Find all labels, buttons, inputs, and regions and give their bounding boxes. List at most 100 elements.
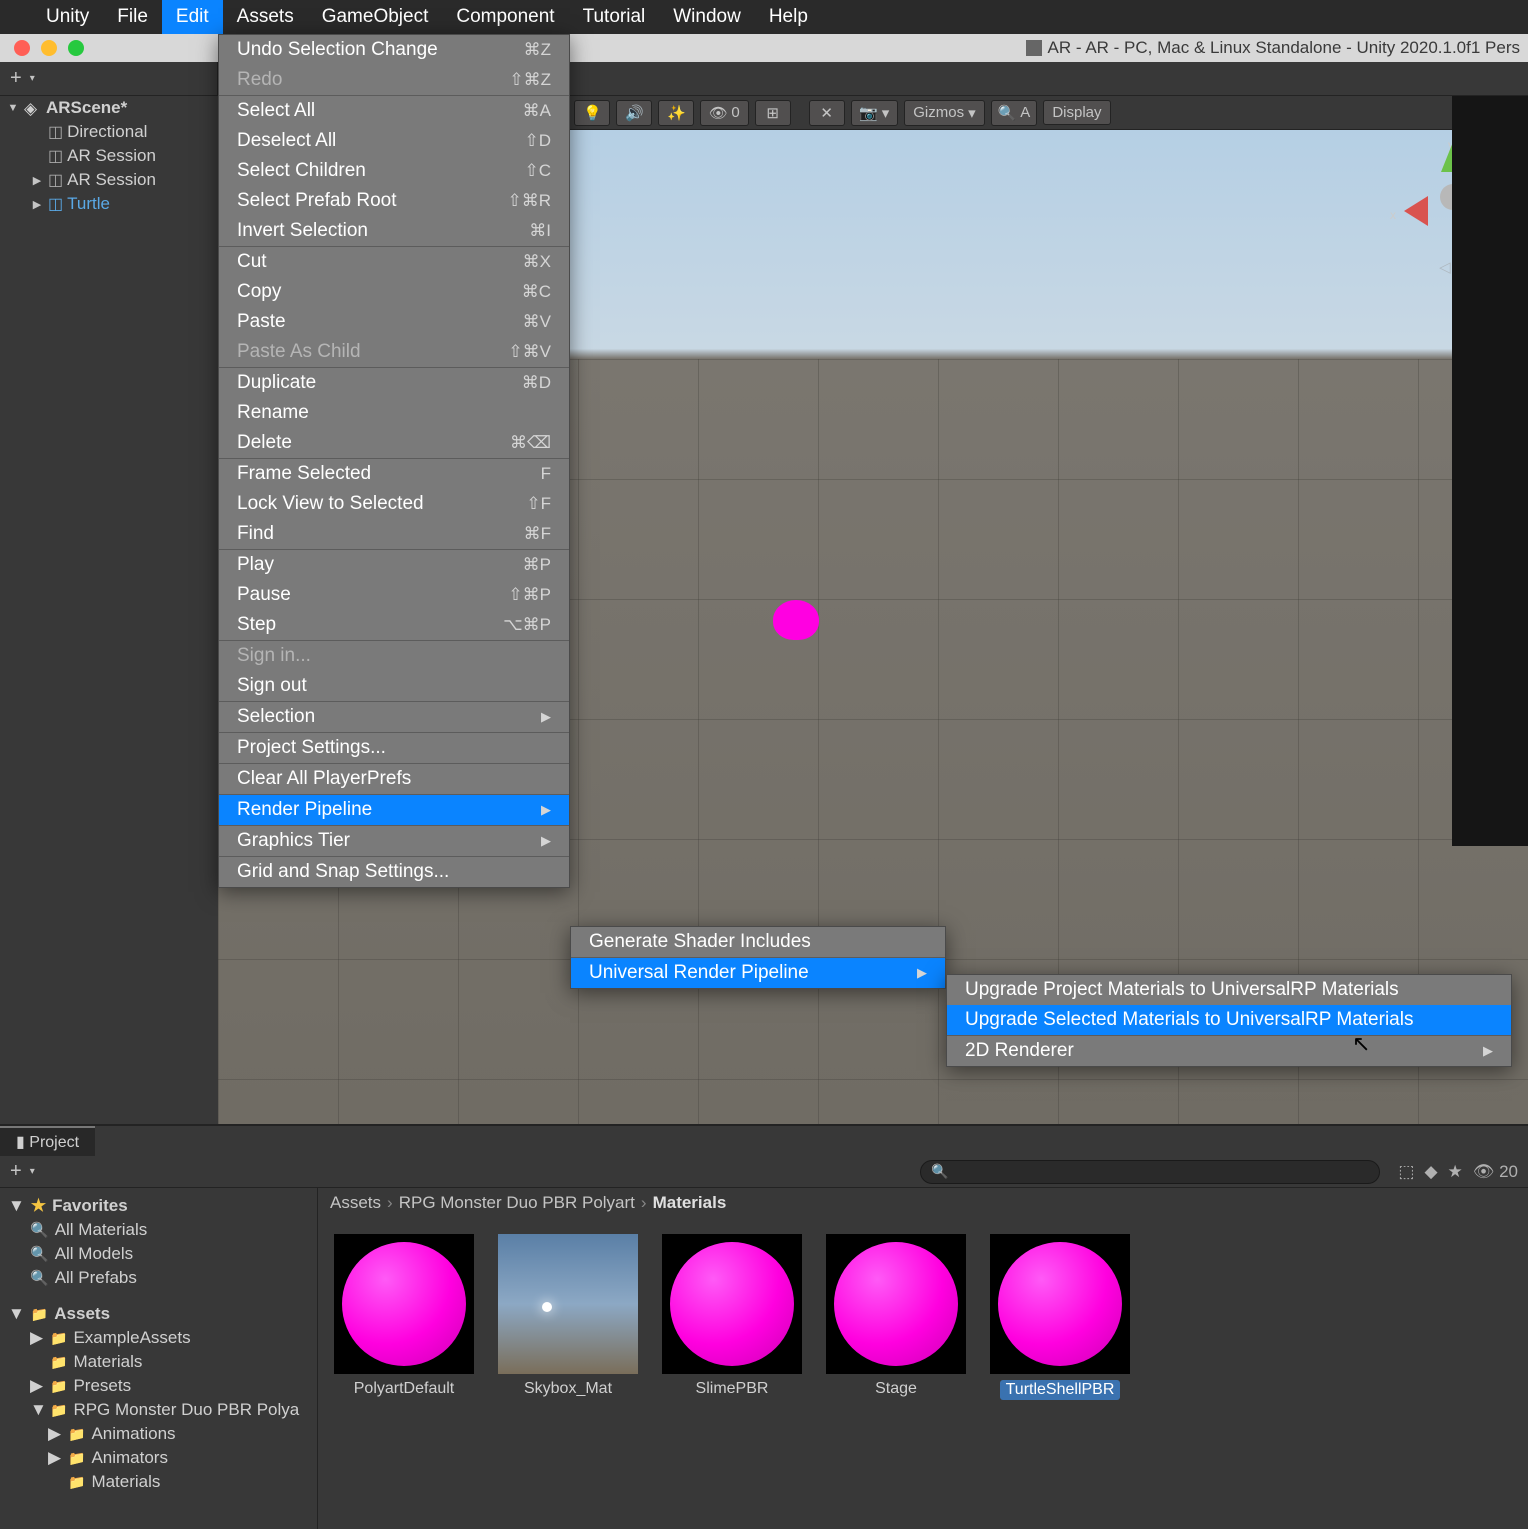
hierarchy-item-turtle[interactable]: ▶◫ Turtle — [0, 192, 218, 216]
tree-item[interactable]: ▶📁Presets — [0, 1374, 317, 1398]
dropdown-icon[interactable]: ▾ — [30, 1166, 35, 1177]
hierarchy-panel: ▼ ◈ ARScene* ◫ Directional ◫ AR Session … — [0, 96, 218, 1124]
menu-item[interactable]: 2D Renderer▶ — [947, 1036, 1511, 1066]
add-icon[interactable]: + — [10, 1160, 22, 1183]
display-dropdown[interactable]: Display — [1043, 100, 1110, 125]
menu-item[interactable]: Upgrade Project Materials to UniversalRP… — [947, 975, 1511, 1005]
menu-item[interactable]: Cut⌘X — [219, 247, 569, 277]
menu-item[interactable]: Deselect All⇧D — [219, 126, 569, 156]
material-label: TurtleShellPBR — [1000, 1380, 1121, 1400]
menu-item[interactable]: Delete⌘⌫ — [219, 428, 569, 458]
material-thumbnail — [826, 1234, 966, 1374]
breadcrumb-item[interactable]: Assets — [330, 1193, 381, 1213]
menu-item[interactable]: Select All⌘A — [219, 96, 569, 126]
menu-item[interactable]: Rename — [219, 398, 569, 428]
filter-type-icon[interactable]: ⬚ — [1398, 1162, 1414, 1182]
tree-item[interactable]: ▼📁RPG Monster Duo PBR Polya — [0, 1398, 317, 1422]
menu-item[interactable]: Graphics Tier▶ — [219, 826, 569, 856]
menu-item[interactable]: Play⌘P — [219, 550, 569, 580]
fx-toggle[interactable]: ✨ — [658, 100, 694, 126]
favorite-icon[interactable]: ★ — [1448, 1162, 1463, 1182]
menu-item[interactable]: Duplicate⌘D — [219, 368, 569, 398]
menu-item[interactable]: Generate Shader Includes — [571, 927, 945, 957]
turtle-gameobject[interactable] — [773, 600, 819, 640]
gizmos-dropdown[interactable]: Gizmos ▾ — [904, 100, 984, 126]
menu-item[interactable]: Select Children⇧C — [219, 156, 569, 186]
tree-item[interactable]: ▶📁Animators — [0, 1446, 317, 1470]
menu-item[interactable]: Universal Render Pipeline▶ — [571, 958, 945, 988]
menu-unity[interactable]: Unity — [32, 0, 103, 34]
search-field[interactable]: 🔍 A — [991, 100, 1038, 126]
favorite-item[interactable]: 🔍All Materials — [0, 1218, 317, 1242]
menu-item[interactable]: Lock View to Selected⇧F — [219, 489, 569, 519]
menu-item[interactable]: Sign in... — [219, 641, 569, 671]
minimize-window-button[interactable] — [41, 40, 57, 56]
tree-item[interactable]: ▶📁ExampleAssets — [0, 1326, 317, 1350]
menu-item[interactable]: Project Settings... — [219, 733, 569, 763]
menu-item[interactable]: Step⌥⌘P — [219, 610, 569, 640]
menu-item[interactable]: Frame SelectedF — [219, 459, 569, 489]
menu-item[interactable]: Paste As Child⇧⌘V — [219, 337, 569, 367]
folder-icon: 📁 — [68, 1474, 85, 1491]
menu-item[interactable]: Invert Selection⌘I — [219, 216, 569, 246]
tree-item[interactable]: 📁Materials — [0, 1350, 317, 1374]
menu-edit[interactable]: Edit — [162, 0, 223, 34]
menu-gameobject[interactable]: GameObject — [308, 0, 443, 34]
menu-item[interactable]: Select Prefab Root⇧⌘R — [219, 186, 569, 216]
material-item[interactable]: TurtleShellPBR — [990, 1234, 1130, 1400]
grid-toggle[interactable]: ⊞ — [755, 100, 791, 126]
favorites-header[interactable]: ▼★ Favorites — [0, 1194, 317, 1218]
hidden-toggle[interactable]: 👁 20 — [1473, 1162, 1518, 1182]
audio-toggle[interactable]: 🔊 — [616, 100, 652, 126]
material-thumbnail — [990, 1234, 1130, 1374]
menu-item[interactable]: Pause⇧⌘P — [219, 580, 569, 610]
hierarchy-item[interactable]: ◫ Directional — [0, 120, 218, 144]
tools-button[interactable]: ✕ — [809, 100, 845, 126]
menu-item[interactable]: Paste⌘V — [219, 307, 569, 337]
menu-item[interactable]: Undo Selection Change⌘Z — [219, 35, 569, 65]
close-window-button[interactable] — [14, 40, 30, 56]
menu-component[interactable]: Component — [442, 0, 568, 34]
filter-label-icon[interactable]: ◆ — [1424, 1162, 1437, 1182]
menu-item[interactable]: Clear All PlayerPrefs — [219, 764, 569, 794]
material-item[interactable]: PolyartDefault — [334, 1234, 474, 1400]
hierarchy-item[interactable]: ◫ AR Session — [0, 144, 218, 168]
menu-item[interactable]: Render Pipeline▶ — [219, 795, 569, 825]
project-content: Assets › RPG Monster Duo PBR Polyart › M… — [318, 1188, 1528, 1529]
breadcrumb-item[interactable]: RPG Monster Duo PBR Polyart — [399, 1193, 635, 1213]
favorite-item[interactable]: 🔍All Models — [0, 1242, 317, 1266]
zoom-window-button[interactable] — [68, 40, 84, 56]
menu-help[interactable]: Help — [755, 0, 822, 34]
menu-window[interactable]: Window — [659, 0, 755, 34]
tree-item[interactable]: 📁Materials — [0, 1470, 317, 1494]
menu-assets[interactable]: Assets — [223, 0, 308, 34]
project-search[interactable]: 🔍 — [920, 1160, 1380, 1184]
assets-header[interactable]: ▼📁 Assets — [0, 1302, 317, 1326]
menu-item[interactable]: Upgrade Selected Materials to UniversalR… — [947, 1005, 1511, 1035]
camera-button[interactable]: 📷▾ — [851, 100, 899, 126]
hierarchy-scene[interactable]: ▼ ◈ ARScene* — [0, 96, 218, 120]
material-item[interactable]: Stage — [826, 1234, 966, 1400]
lighting-toggle[interactable]: 💡 — [574, 100, 610, 126]
menu-file[interactable]: File — [103, 0, 162, 34]
tree-item[interactable]: ▶📁Animations — [0, 1422, 317, 1446]
menu-item[interactable]: Sign out — [219, 671, 569, 701]
favorite-item[interactable]: 🔍All Prefabs — [0, 1266, 317, 1290]
game-view-dark — [1452, 96, 1528, 846]
material-item[interactable]: SlimePBR — [662, 1234, 802, 1400]
hierarchy-item[interactable]: ▶◫ AR Session — [0, 168, 218, 192]
dropdown-icon[interactable]: ▾ — [30, 73, 35, 84]
project-tab[interactable]: ▮ Project — [0, 1126, 95, 1156]
menu-item[interactable]: Copy⌘C — [219, 277, 569, 307]
menu-item[interactable]: Redo⇧⌘Z — [219, 65, 569, 95]
add-icon[interactable]: + — [10, 67, 22, 90]
material-item[interactable]: Skybox_Mat — [498, 1234, 638, 1400]
hidden-objects[interactable]: 👁0 — [700, 100, 748, 126]
menu-item[interactable]: Grid and Snap Settings... — [219, 857, 569, 887]
material-label: Stage — [875, 1380, 917, 1398]
menu-item[interactable]: Selection▶ — [219, 702, 569, 732]
menu-item[interactable]: Find⌘F — [219, 519, 569, 549]
gizmo-x-axis[interactable] — [1404, 196, 1428, 226]
menu-tutorial[interactable]: Tutorial — [569, 0, 660, 34]
project-panel: ▮ Project + ▾ 🔍 ⬚ ◆ ★ 👁 20 ▼★ Favorites … — [0, 1124, 1528, 1529]
